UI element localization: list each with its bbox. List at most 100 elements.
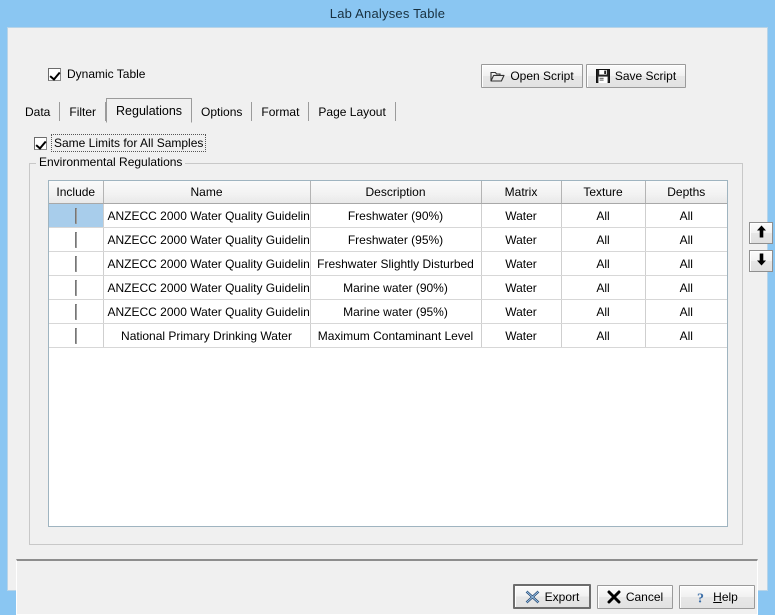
dynamic-table-label: Dynamic Table: [67, 67, 146, 81]
row-include-checkbox[interactable]: [74, 327, 77, 344]
include-cell[interactable]: [49, 299, 104, 324]
help-label: Help: [713, 590, 738, 604]
title-bar: Lab Analyses Table: [0, 0, 775, 27]
group-border-right-segment: [170, 163, 742, 164]
cell-depths: All: [645, 323, 727, 348]
cell-matrix: Water: [481, 251, 562, 276]
row-include-checkbox[interactable]: [74, 207, 77, 224]
save-script-button[interactable]: Save Script: [586, 64, 686, 88]
include-cell[interactable]: [49, 203, 104, 228]
arrow-down-icon: [756, 253, 767, 269]
tab-options[interactable]: Options: [192, 102, 253, 122]
table-row[interactable]: ANZECC 2000 Water Quality Guidelines Mar…: [49, 275, 727, 300]
tab-format[interactable]: Format: [252, 102, 310, 122]
tab-filter-label: Filter: [69, 105, 97, 119]
export-label: Export: [544, 589, 580, 604]
regulations-tab-page: Same Limits for All Samples Environmenta…: [16, 121, 773, 551]
cell-depths: All: [645, 299, 727, 324]
table-row[interactable]: ANZECC 2000 Water Quality Guidelines Mar…: [49, 299, 727, 324]
cell-depths: All: [645, 227, 727, 252]
excel-x-icon: [525, 590, 540, 604]
cell-texture: All: [561, 323, 646, 348]
cell-description: Maximum Contaminant Level: [310, 323, 482, 348]
x-mark-icon: [607, 590, 621, 604]
column-header-name[interactable]: Name: [103, 181, 311, 204]
cell-name: ANZECC 2000 Water Quality Guidelines: [103, 227, 311, 252]
arrow-up-icon: [756, 225, 767, 241]
help-label-rest: elp: [721, 590, 738, 604]
cell-texture: All: [561, 251, 646, 276]
window-title: Lab Analyses Table: [329, 6, 446, 21]
same-limits-checkbox-row[interactable]: Same Limits for All Samples: [34, 134, 207, 152]
tab-format-label: Format: [261, 105, 300, 119]
cell-name: ANZECC 2000 Water Quality Guidelines: [103, 203, 311, 228]
cell-name: National Primary Drinking Water: [103, 323, 311, 348]
row-include-checkbox[interactable]: [74, 231, 77, 248]
cell-name: ANZECC 2000 Water Quality Guidelines: [103, 275, 311, 300]
column-header-include[interactable]: Include: [49, 181, 104, 204]
question-mark-icon: ?: [696, 590, 708, 605]
tab-data[interactable]: Data: [16, 102, 61, 122]
toolbar: Dynamic Table Open Script Save Script: [8, 28, 767, 88]
dialog-client-area: Dynamic Table Open Script Save Script Da…: [7, 27, 773, 615]
same-limits-checkbox[interactable]: [34, 136, 47, 150]
cell-name: ANZECC 2000 Water Quality Guidelines: [103, 251, 311, 276]
table-header-row: Include Name Description Matrix Texture …: [49, 181, 727, 204]
row-include-checkbox[interactable]: [74, 255, 77, 272]
column-header-matrix[interactable]: Matrix: [481, 181, 562, 204]
regulations-table: Include Name Description Matrix Texture …: [49, 181, 727, 348]
export-button[interactable]: Export: [513, 584, 591, 609]
tab-options-label: Options: [201, 105, 243, 119]
cell-description: Marine water (90%): [310, 275, 482, 300]
floppy-disk-icon: [595, 69, 610, 83]
include-cell[interactable]: [49, 323, 104, 348]
include-cell[interactable]: [49, 251, 104, 276]
cancel-button[interactable]: Cancel: [597, 585, 673, 609]
row-include-checkbox[interactable]: [74, 303, 77, 320]
help-label-accel: H: [713, 590, 722, 604]
regulations-table-container[interactable]: Include Name Description Matrix Texture …: [48, 180, 728, 527]
cell-texture: All: [561, 299, 646, 324]
column-header-depths[interactable]: Depths: [645, 181, 727, 204]
open-script-button[interactable]: Open Script: [481, 64, 583, 88]
environmental-regulations-group: Environmental Regulations Include Name D…: [29, 155, 773, 545]
include-cell[interactable]: [49, 227, 104, 252]
tab-regulations[interactable]: Regulations: [106, 98, 193, 123]
cell-depths: All: [645, 203, 727, 228]
tab-page-layout[interactable]: Page Layout: [309, 102, 396, 122]
group-title: Environmental Regulations: [36, 155, 186, 169]
help-button[interactable]: ? Help: [679, 585, 755, 609]
cell-texture: All: [561, 203, 646, 228]
row-include-checkbox[interactable]: [74, 279, 77, 296]
column-header-description[interactable]: Description: [310, 181, 482, 204]
save-script-label: Save Script: [614, 69, 677, 83]
cell-texture: All: [561, 227, 646, 252]
table-row[interactable]: ANZECC 2000 Water Quality Guidelines Fre…: [49, 251, 727, 276]
table-row[interactable]: ANZECC 2000 Water Quality Guidelines Fre…: [49, 203, 727, 228]
cell-description: Marine water (95%): [310, 299, 482, 324]
include-cell[interactable]: [49, 275, 104, 300]
dynamic-table-checkbox-row[interactable]: Dynamic Table: [48, 67, 145, 81]
column-header-texture[interactable]: Texture: [561, 181, 646, 204]
cell-matrix: Water: [481, 203, 562, 228]
tab-list: Data Filter Regulations Options Format P…: [16, 96, 396, 123]
move-down-button[interactable]: [749, 250, 773, 272]
cancel-label: Cancel: [625, 590, 664, 604]
cell-matrix: Water: [481, 227, 562, 252]
svg-text:?: ?: [697, 591, 704, 605]
cell-texture: All: [561, 275, 646, 300]
cell-matrix: Water: [481, 275, 562, 300]
cell-description: Freshwater (90%): [310, 203, 482, 228]
cell-description: Freshwater Slightly Disturbed: [310, 251, 482, 276]
move-up-button[interactable]: [749, 222, 773, 244]
dynamic-table-checkbox[interactable]: [48, 67, 61, 81]
tab-filter[interactable]: Filter: [60, 102, 107, 122]
cell-matrix: Water: [481, 323, 562, 348]
open-script-label: Open Script: [510, 69, 574, 83]
table-row[interactable]: ANZECC 2000 Water Quality Guidelines Fre…: [49, 227, 727, 252]
table-row[interactable]: National Primary Drinking Water Maximum …: [49, 323, 727, 348]
tab-strip: Data Filter Regulations Options Format P…: [16, 96, 758, 123]
tab-data-label: Data: [25, 105, 51, 119]
cell-name: ANZECC 2000 Water Quality Guidelines: [103, 299, 311, 324]
tab-regulations-label: Regulations: [116, 103, 183, 118]
